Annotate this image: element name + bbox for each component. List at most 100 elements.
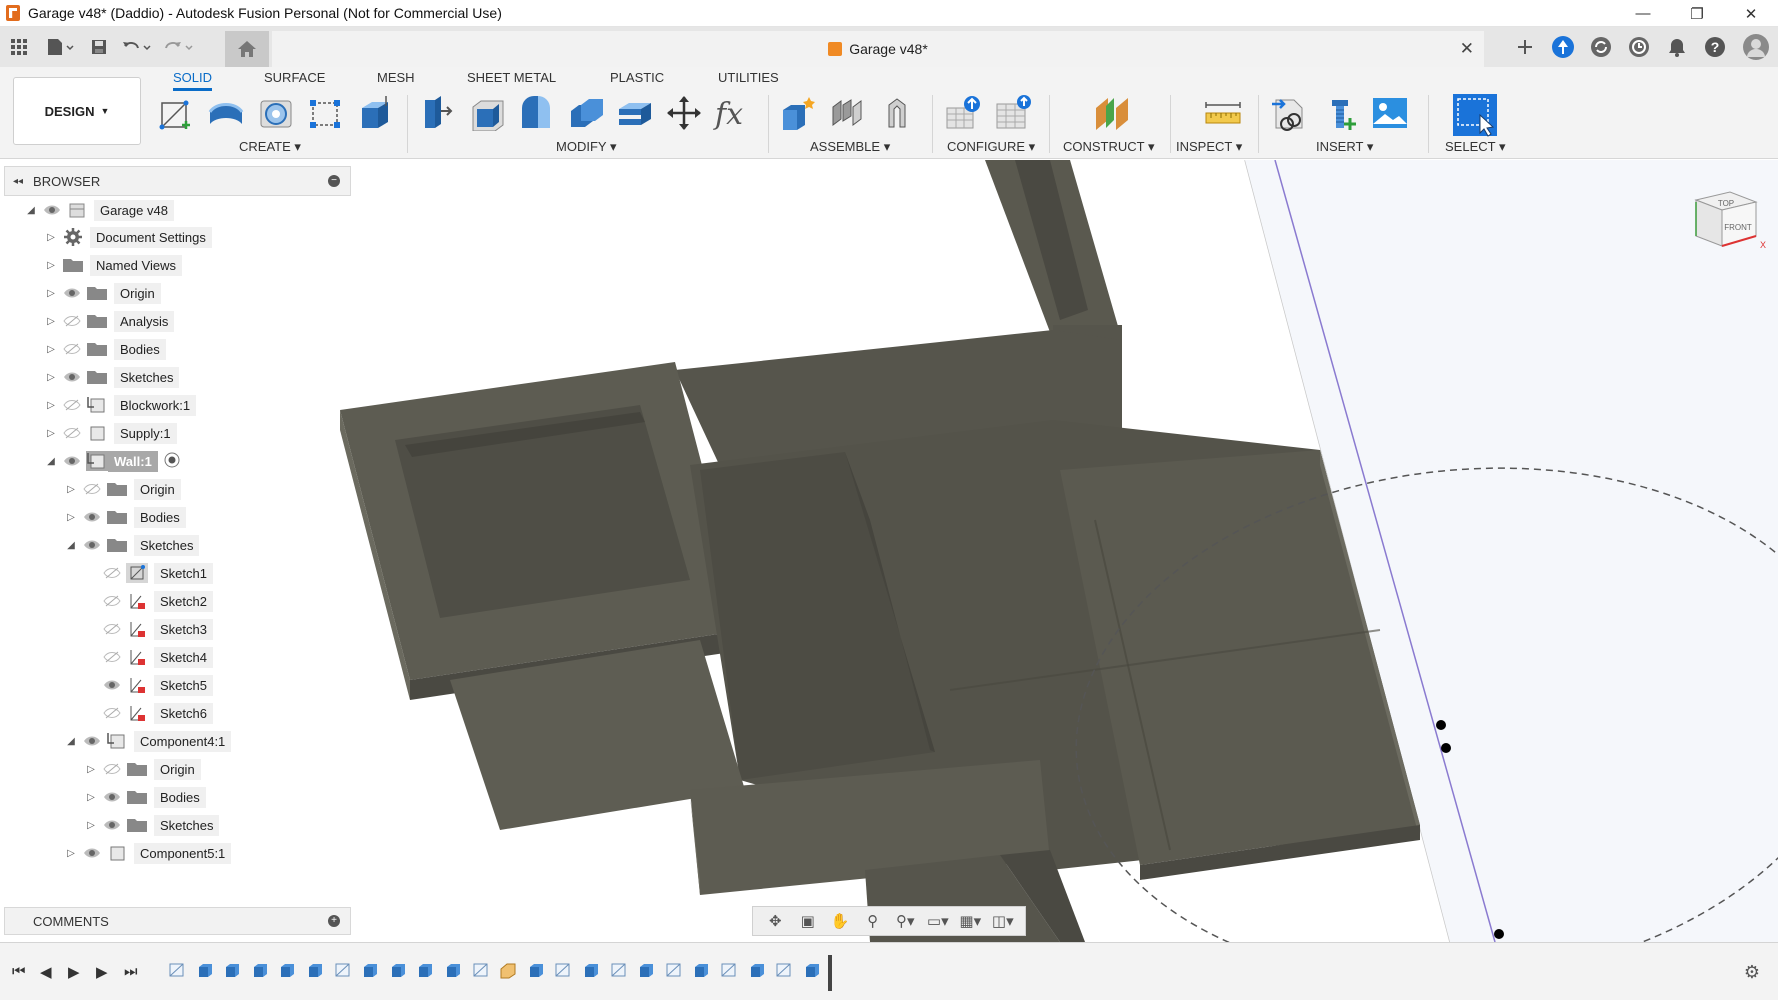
combine-icon[interactable] [566, 93, 606, 133]
tree-item-origin[interactable]: ▷ Origin [64, 477, 181, 501]
tree-item-sketch[interactable]: Sketch2 [98, 589, 213, 613]
timeline-extrude-icon[interactable] [251, 961, 269, 979]
timeline-extrude-icon[interactable] [637, 961, 655, 979]
display-settings-icon[interactable]: ▭▾ [927, 911, 949, 931]
collapsed-triangle-icon[interactable]: ▷ [44, 370, 58, 384]
insert-mcmaster-icon[interactable] [1320, 93, 1360, 133]
assemble-group-label[interactable]: ASSEMBLE ▾ [810, 139, 890, 155]
timeline-extrude-icon[interactable] [278, 961, 296, 979]
timeline-marker[interactable] [828, 955, 832, 991]
hidden-eye-icon[interactable] [62, 314, 82, 328]
tree-item-named-views[interactable]: ▷ Named Views [44, 253, 182, 277]
tree-item-sketches[interactable]: ◢ Sketches [64, 533, 200, 557]
fillet-icon[interactable] [467, 93, 507, 133]
play-icon[interactable]: ▶ [68, 963, 80, 981]
hidden-eye-icon[interactable] [102, 566, 122, 580]
timeline-sketch-icon[interactable] [554, 961, 572, 979]
clock-icon[interactable] [1620, 27, 1658, 67]
redo-icon[interactable] [158, 27, 200, 67]
chamfer-icon[interactable] [516, 93, 556, 133]
undo-icon[interactable] [116, 27, 158, 67]
collapsed-triangle-icon[interactable]: ▷ [84, 762, 98, 776]
extrude-icon[interactable] [354, 93, 394, 133]
expanded-triangle-icon[interactable]: ◢ [64, 734, 78, 748]
close-tab-button[interactable]: ✕ [1460, 39, 1474, 59]
timeline-extrude-icon[interactable] [582, 961, 600, 979]
collapsed-triangle-icon[interactable]: ▷ [64, 482, 78, 496]
step-back-icon[interactable]: ◀ [40, 963, 52, 981]
visibility-eye-icon[interactable] [62, 286, 82, 300]
tab-mesh[interactable]: MESH [377, 69, 415, 91]
tree-item-wall[interactable]: ◢ Wall:1 [44, 449, 180, 473]
timeline-sketch-icon[interactable] [472, 961, 490, 979]
tree-item-blockwork[interactable]: ▷ Blockwork:1 [44, 393, 197, 417]
modify-group-label[interactable]: MODIFY ▾ [556, 139, 616, 155]
joint-icon[interactable] [828, 93, 868, 133]
tree-item-sketch[interactable]: Sketch4 [98, 645, 213, 669]
timeline-extrude-icon[interactable] [389, 961, 407, 979]
visibility-eye-icon[interactable] [82, 734, 102, 748]
expanded-triangle-icon[interactable]: ◢ [64, 538, 78, 552]
tab-surface[interactable]: SURFACE [264, 69, 325, 91]
tree-item-sketches[interactable]: ▷ Sketches [84, 813, 220, 837]
tree-item-analysis[interactable]: ▷ Analysis [44, 309, 175, 333]
home-tab[interactable] [225, 31, 269, 67]
timeline-extrude-icon[interactable] [196, 961, 214, 979]
expanded-triangle-icon[interactable]: ◢ [44, 454, 58, 468]
browser-minimize-icon[interactable]: − [328, 175, 340, 187]
activate-radio-icon[interactable] [164, 452, 180, 471]
restore-button[interactable]: ❐ [1670, 0, 1724, 27]
visibility-eye-icon[interactable] [102, 790, 122, 804]
viewports-icon[interactable]: ◫▾ [992, 911, 1014, 931]
tree-item-document-settings[interactable]: ▷ Document Settings [44, 225, 212, 249]
user-avatar[interactable] [1734, 27, 1778, 67]
offset-plane-icon[interactable] [1092, 93, 1132, 133]
hidden-eye-icon[interactable] [62, 342, 82, 356]
timeline-sketch-icon[interactable] [720, 961, 738, 979]
new-component-icon[interactable] [778, 93, 818, 133]
timeline-settings-gear-icon[interactable]: ⚙ [1744, 962, 1760, 983]
zoom-window-icon[interactable]: ⚲▾ [894, 911, 916, 931]
timeline-extrude-icon[interactable] [444, 961, 462, 979]
collapsed-triangle-icon[interactable]: ▷ [84, 790, 98, 804]
tree-item-sketch[interactable]: Sketch3 [98, 617, 213, 641]
step-forward-icon[interactable]: ▶ [96, 963, 108, 981]
timeline-sketch-icon[interactable] [168, 961, 186, 979]
tree-item-sketch[interactable]: Sketch6 [98, 701, 213, 725]
visibility-eye-icon[interactable] [82, 510, 102, 524]
insert-canvas-icon[interactable] [1370, 93, 1410, 133]
collapsed-triangle-icon[interactable]: ▷ [84, 818, 98, 832]
document-tab[interactable]: Garage v48* ✕ [272, 31, 1484, 67]
visibility-eye-icon[interactable] [102, 818, 122, 832]
tree-item-component5[interactable]: ▷ Component5:1 [64, 841, 232, 865]
hidden-eye-icon[interactable] [102, 650, 122, 664]
add-comment-icon[interactable]: + [328, 915, 340, 927]
tree-item-bodies[interactable]: ▷ Bodies [84, 785, 206, 809]
timeline-extrude-icon[interactable] [803, 961, 821, 979]
hidden-eye-icon[interactable] [62, 426, 82, 440]
timeline-extrude-icon[interactable] [748, 961, 766, 979]
hidden-eye-icon[interactable] [102, 594, 122, 608]
tree-item-sketch[interactable]: Sketch1 [98, 561, 213, 585]
insert-group-label[interactable]: INSERT ▾ [1316, 139, 1373, 155]
tab-sheet-metal[interactable]: SHEET METAL [467, 69, 556, 91]
look-at-icon[interactable]: ▣ [797, 911, 819, 931]
select-icon[interactable] [1452, 93, 1498, 137]
configure-table-icon[interactable] [944, 93, 984, 133]
measure-icon[interactable] [1203, 93, 1243, 133]
viewcube[interactable]: TOP FRONT X [1690, 182, 1766, 262]
visibility-eye-icon[interactable] [82, 846, 102, 860]
tree-item-sketch[interactable]: Sketch5 [98, 673, 213, 697]
pan-hand-icon[interactable]: ✋ [829, 911, 851, 931]
save-icon[interactable] [82, 27, 116, 67]
close-window-button[interactable]: ✕ [1724, 0, 1778, 27]
data-panel-grid-icon[interactable] [0, 27, 38, 67]
create-form-icon[interactable] [206, 93, 246, 133]
orbit-icon[interactable]: ✥ [764, 911, 786, 931]
timeline-sketch-icon[interactable] [610, 961, 628, 979]
visibility-eye-icon[interactable] [62, 454, 82, 468]
tree-item-bodies[interactable]: ▷ Bodies [44, 337, 166, 361]
visibility-eye-icon[interactable] [42, 203, 62, 217]
help-icon[interactable]: ? [1696, 27, 1734, 67]
go-to-start-icon[interactable]: ⏮ [12, 963, 26, 980]
